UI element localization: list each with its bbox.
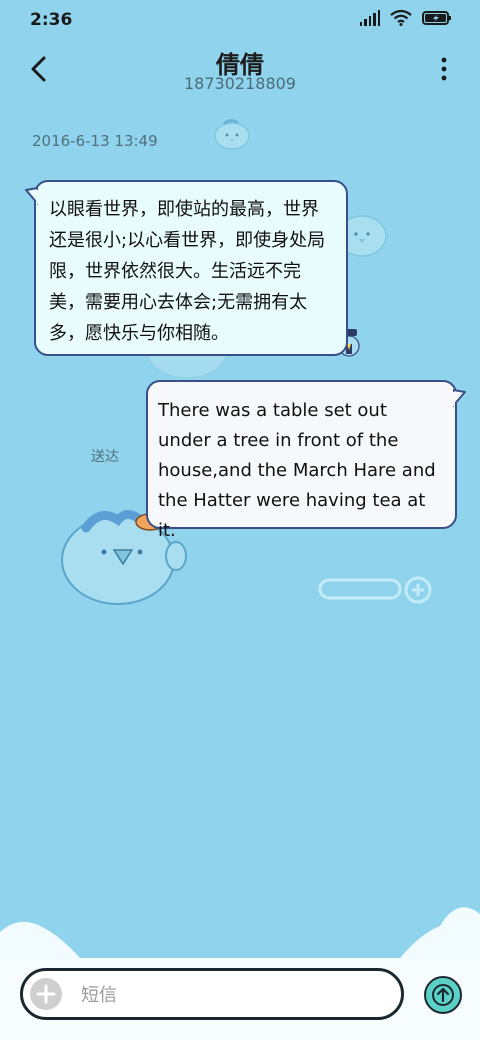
wifi-icon: [390, 10, 412, 26]
status-icons: [360, 10, 452, 26]
outgoing-message-bubble[interactable]: There was a table set out under a tree i…: [146, 380, 466, 541]
send-arrow-up-icon[interactable]: [424, 976, 462, 1014]
background-bird-small-icon: [214, 119, 250, 150]
delivery-status: 送达: [91, 449, 119, 465]
status-bar: 2:36: [0, 0, 480, 40]
more-vertical-icon[interactable]: [434, 54, 454, 84]
incoming-message-bubble[interactable]: 以眼看世界，即使站的最高，世界还是很小;以心看世界，即使身处局限，世界依然很大。…: [25, 180, 348, 356]
incoming-message-text: 以眼看世界，即使站的最高，世界还是很小;以心看世界，即使身处局限，世界依然很大。…: [49, 199, 326, 344]
message-input[interactable]: [79, 979, 383, 1011]
bubble-tail-icon: [25, 187, 38, 205]
message-timestamp: 2016-6-13 13:49: [32, 132, 158, 150]
contact-number: 18730218809: [184, 74, 296, 93]
bubble-tail-icon: [453, 389, 466, 407]
status-time: 2:36: [30, 10, 73, 30]
message-composer: [20, 968, 404, 1020]
watermark-logo: [318, 576, 432, 604]
conversation-header: 倩倩 18730218809: [0, 40, 480, 110]
signal-icon: [360, 10, 381, 26]
battery-charging-icon: [422, 11, 451, 25]
outgoing-message-text: There was a table set out under a tree i…: [158, 400, 436, 541]
plus-icon[interactable]: [30, 978, 62, 1010]
